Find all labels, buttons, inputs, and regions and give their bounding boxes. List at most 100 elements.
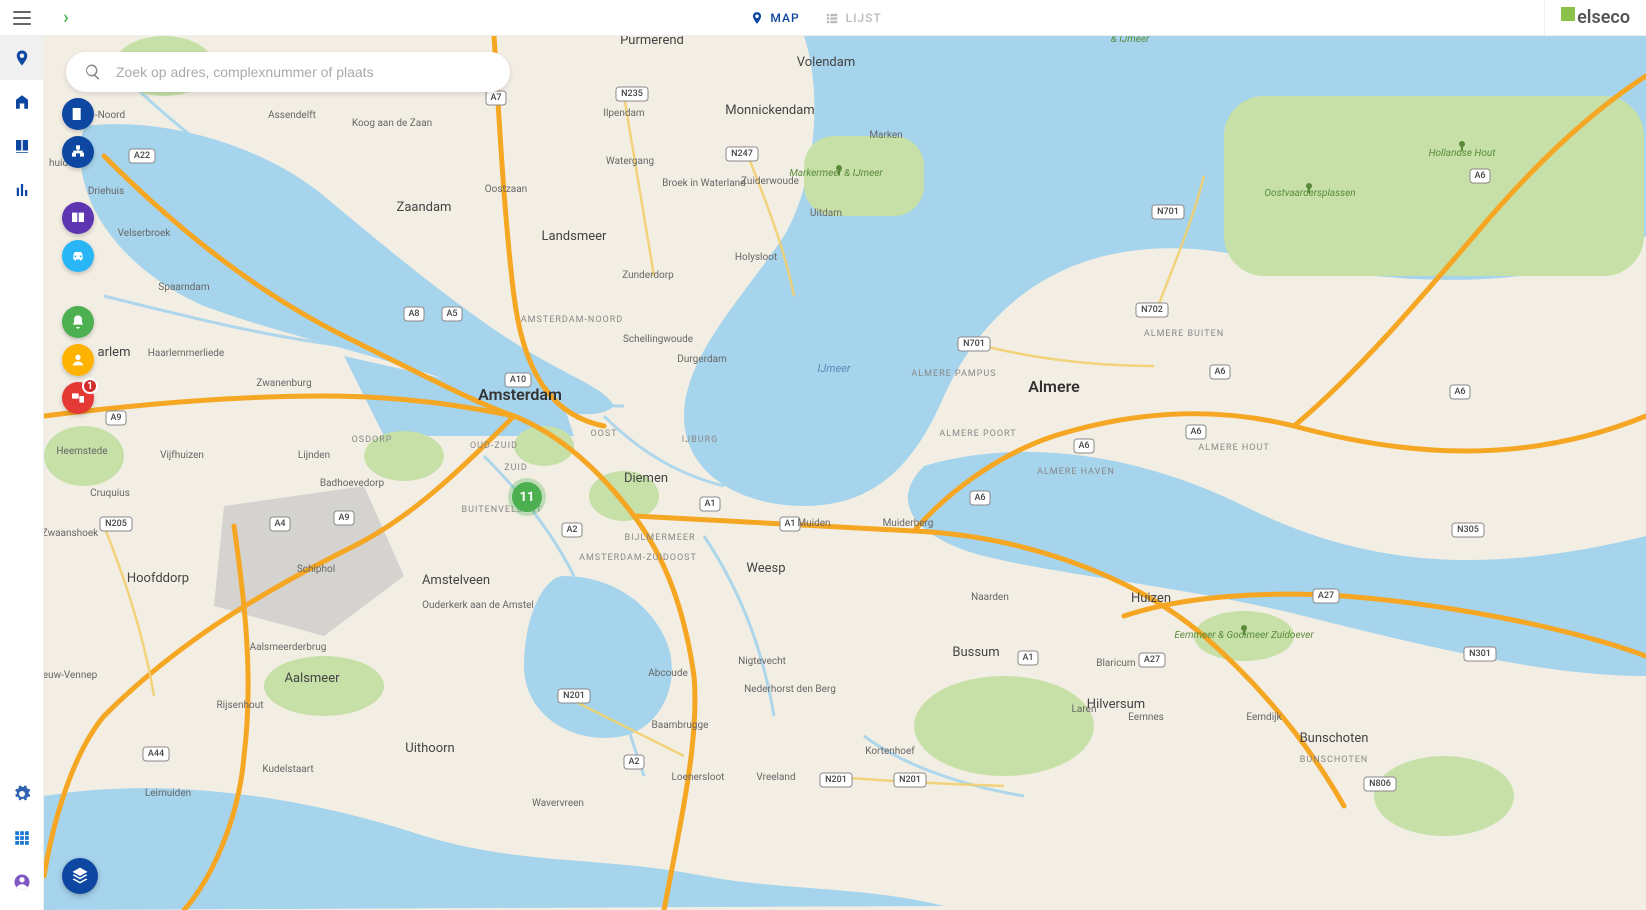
svg-text:Spaarndam: Spaarndam [158,282,209,293]
svg-text:Eemnes: Eemnes [1128,712,1164,723]
view-map-tab[interactable]: MAP [750,9,799,27]
logo-text: elseco [1577,7,1630,28]
sidebar-item-account[interactable] [0,860,44,904]
svg-text:Eemdijk: Eemdijk [1246,712,1282,723]
svg-text:A5: A5 [446,309,457,319]
sidebar-item-buildings[interactable] [0,80,44,124]
svg-text:Oostzaan: Oostzaan [485,184,527,195]
svg-text:Nigtevecht: Nigtevecht [738,656,786,667]
svg-text:A8: A8 [408,309,419,319]
svg-text:Markermeer & IJmeer: Markermeer & IJmeer [789,168,883,179]
svg-text:A1: A1 [784,519,795,529]
svg-text:IJBURG: IJBURG [682,435,719,445]
svg-text:A6: A6 [1214,367,1225,377]
filter-vehicles-button[interactable] [62,240,94,272]
svg-text:OSDORP: OSDORP [352,435,393,445]
svg-text:N235: N235 [621,89,643,99]
sidebar-item-reports[interactable] [0,168,44,212]
apps-grid-icon [13,829,31,847]
svg-text:Ouderkerk aan de Amstel: Ouderkerk aan de Amstel [422,600,534,611]
svg-text:Baambrugge: Baambrugge [652,720,709,731]
svg-text:Diemen: Diemen [624,471,668,486]
app-header: › MAP LIJST elseco [0,0,1646,36]
svg-text:Muiderberg: Muiderberg [883,518,934,529]
svg-text:Zwanenburg: Zwanenburg [256,378,311,389]
book-nav-icon [13,137,31,155]
bell-icon [70,314,86,330]
filter-alerts-button[interactable] [62,306,94,338]
filter-buildings-button[interactable] [62,98,94,130]
svg-text:Blaricum: Blaricum [1096,658,1136,669]
svg-text:Zaandam: Zaandam [397,200,452,215]
filter-reading-button[interactable] [62,202,94,234]
svg-text:Weesp: Weesp [746,561,785,576]
filter-devices-button[interactable]: 1 [62,382,94,414]
svg-text:Zwaanshoek: Zwaanshoek [44,528,99,539]
map-cluster-marker[interactable]: 11 [512,482,542,512]
svg-text:ALMERE POORT: ALMERE POORT [939,429,1016,439]
logo-mark-icon [1561,7,1575,21]
expand-sidebar-button[interactable]: › [44,7,88,28]
list-icon [824,11,840,25]
gear-icon [13,785,31,803]
svg-text:N701: N701 [963,339,985,349]
search-icon [84,63,102,81]
svg-text:N201: N201 [825,775,847,785]
svg-text:N301: N301 [1469,649,1491,659]
map-filter-stack: 1 [62,98,94,414]
svg-text:Almere: Almere [1028,377,1080,396]
map-layers-button[interactable] [62,858,98,894]
svg-text:Naarden: Naarden [971,592,1009,603]
svg-text:Kudelstaart: Kudelstaart [262,764,313,775]
svg-text:A27: A27 [1144,655,1160,665]
building-nav-icon [13,93,31,111]
svg-text:Loenersloot: Loenersloot [672,772,725,783]
svg-text:Amsterdam: Amsterdam [478,385,562,404]
svg-text:A9: A9 [110,413,121,423]
map-viewport[interactable]: A7N235A22N247A8A5N701A6N702N701A6A6A6A6A… [44,36,1646,910]
svg-text:N201: N201 [899,775,921,785]
menu-button[interactable] [0,0,44,36]
svg-text:Cruquius: Cruquius [90,488,130,499]
svg-text:Bussum: Bussum [952,645,999,660]
svg-text:euw-Vennep: euw-Vennep [44,670,98,681]
svg-text:-Noord: -Noord [95,110,125,121]
svg-text:arlem: arlem [98,345,131,360]
filter-organisation-button[interactable] [62,136,94,168]
chevron-right-icon: › [63,7,68,28]
svg-text:Purmerend: Purmerend [620,36,684,48]
svg-text:Nederhorst den Berg: Nederhorst den Berg [744,684,836,695]
view-map-label: MAP [770,11,799,25]
svg-text:Holysloot: Holysloot [735,252,777,263]
svg-text:A6: A6 [1190,427,1201,437]
svg-text:Aalsmeerderbrug: Aalsmeerderbrug [250,642,327,653]
search-box [66,52,510,92]
devices-badge: 1 [82,378,98,394]
svg-text:A2: A2 [566,525,577,535]
svg-text:ALMERE PAMPUS: ALMERE PAMPUS [911,369,996,379]
sidebar-item-settings[interactable] [0,772,44,816]
pin-icon [750,9,764,27]
svg-text:Laren: Laren [1072,704,1097,715]
search-input[interactable] [116,64,492,80]
sidebar-item-library[interactable] [0,124,44,168]
svg-text:Vijfhuizen: Vijfhuizen [160,449,204,461]
person-icon [70,352,86,368]
svg-text:Koog aan de Zaan: Koog aan de Zaan [352,118,432,129]
building-icon [70,106,86,122]
svg-text:Aalsmeer: Aalsmeer [284,671,340,686]
svg-text:A9: A9 [338,513,349,523]
svg-text:Wavervreen: Wavervreen [532,798,584,809]
svg-text:Huizen: Huizen [1131,591,1171,606]
svg-text:Kortenhoef: Kortenhoef [865,745,915,757]
filter-people-button[interactable] [62,344,94,376]
svg-text:Muiden: Muiden [797,518,830,529]
view-list-tab[interactable]: LIJST [824,11,882,25]
svg-text:ALMERE HAVEN: ALMERE HAVEN [1037,467,1115,477]
svg-text:AMSTERDAM-ZUIDOOST: AMSTERDAM-ZUIDOOST [579,553,697,563]
svg-text:Lijnden: Lijnden [298,450,330,461]
sidebar-item-apps[interactable] [0,816,44,860]
sidebar-item-locations[interactable] [0,36,44,80]
svg-text:BUNSCHOTEN: BUNSCHOTEN [1300,755,1368,765]
svg-text:N806: N806 [1369,779,1391,789]
